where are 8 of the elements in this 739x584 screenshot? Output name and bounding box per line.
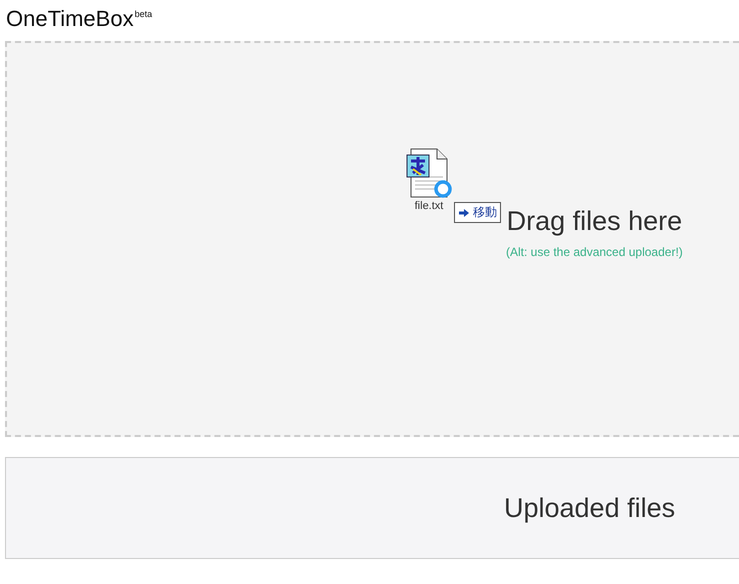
advanced-uploader-hint: (Alt: use the advanced uploader!) [506,245,683,259]
arrow-icon [458,208,470,218]
drop-zone[interactable]: Drag files here (Alt: use the advanced uploader!) file.txt 移動 [5,41,739,437]
text-file-icon [405,147,453,199]
drop-heading: Drag files here [506,206,682,237]
uploaded-heading: Uploaded files [504,492,676,524]
move-label: 移動 [473,204,497,221]
file-name: file.txt [414,200,444,212]
